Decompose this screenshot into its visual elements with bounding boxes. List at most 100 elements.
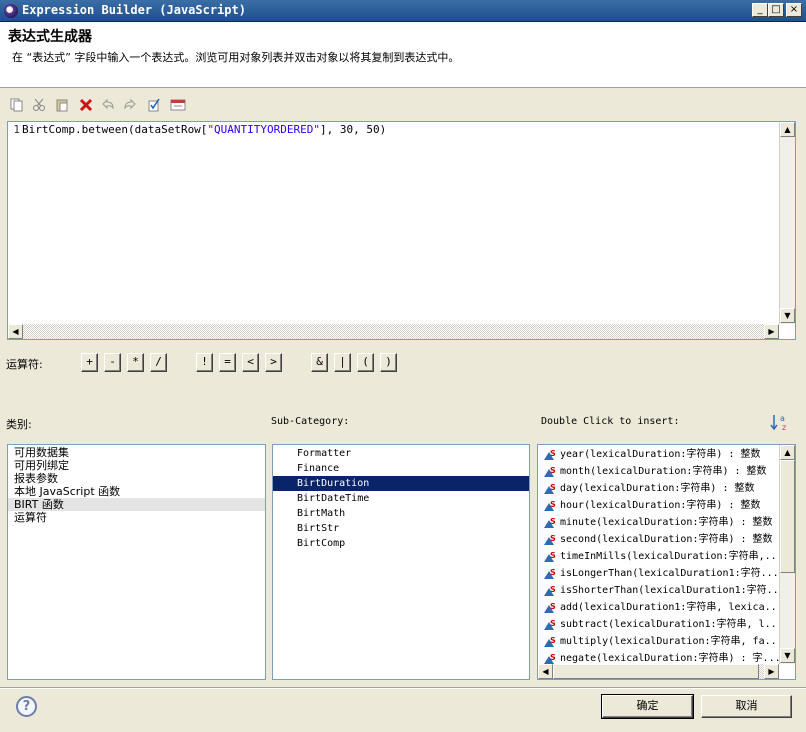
insert-item[interactable]: Ssecond(lexicalDuration:字符串) : 整数 — [538, 531, 780, 548]
static-method-icon: S — [544, 449, 556, 461]
validate-icon[interactable] — [145, 96, 163, 114]
close-button[interactable]: × — [786, 3, 802, 17]
category-item-selected[interactable]: BIRT 函数 — [8, 498, 265, 511]
insert-item[interactable]: SisShorterThan(lexicalDuration1:字符... — [538, 582, 780, 599]
redo-icon[interactable] — [121, 96, 139, 114]
cut-icon[interactable] — [30, 96, 48, 114]
static-method-icon: S — [544, 534, 556, 546]
maximize-button[interactable]: □ — [768, 3, 784, 17]
dialog-header: 表达式生成器 在 “表达式” 字段中输入一个表达式。浏览可用对象列表并双击对象以… — [0, 22, 806, 88]
scroll-right-button[interactable]: ▶ — [764, 664, 779, 679]
static-method-icon: S — [544, 636, 556, 648]
subcategory-item-selected[interactable]: BirtDuration — [273, 476, 529, 491]
line-number: 1 — [8, 122, 21, 324]
insert-item[interactable]: Smultiply(lexicalDuration:字符串, fa... — [538, 633, 780, 650]
insert-item[interactable]: Ssubtract(lexicalDuration1:字符串, l... — [538, 616, 780, 633]
subcategory-item[interactable]: BirtDateTime — [273, 491, 529, 506]
static-method-icon: S — [544, 568, 556, 580]
static-method-icon: S — [544, 517, 556, 529]
op-or-button[interactable]: | — [334, 353, 351, 372]
static-method-icon: S — [544, 619, 556, 631]
subcategory-list[interactable]: Formatter Finance BirtDuration BirtDateT… — [272, 444, 530, 680]
static-method-icon: S — [544, 585, 556, 597]
op-minus-button[interactable]: - — [104, 353, 121, 372]
op-equals-button[interactable]: = — [219, 353, 236, 372]
editor-horizontal-scrollbar[interactable]: ◀ ▶ — [8, 324, 779, 339]
category-item[interactable]: 可用列绑定 — [8, 459, 265, 472]
paste-icon[interactable] — [53, 96, 71, 114]
subcategory-item[interactable]: Formatter — [273, 446, 529, 461]
op-not-button[interactable]: ! — [196, 353, 213, 372]
scroll-up-button[interactable]: ▲ — [780, 122, 795, 137]
undo-icon[interactable] — [99, 96, 117, 114]
window-title: Expression Builder (JavaScript) — [22, 3, 246, 17]
op-close-paren-button[interactable]: ) — [380, 353, 397, 372]
static-method-icon: S — [544, 466, 556, 478]
scroll-thumb[interactable] — [780, 460, 795, 573]
sort-az-icon[interactable]: a z — [770, 412, 790, 432]
scroll-right-button[interactable]: ▶ — [764, 324, 779, 339]
editor-vertical-scrollbar[interactable]: ▲ ▼ — [779, 122, 795, 324]
op-divide-button[interactable]: / — [150, 353, 167, 372]
scroll-thumb[interactable] — [553, 664, 759, 679]
scroll-down-button[interactable]: ▼ — [780, 308, 795, 323]
delete-icon[interactable] — [77, 96, 95, 114]
minimize-button[interactable]: _ — [752, 3, 768, 17]
op-plus-button[interactable]: + — [81, 353, 98, 372]
expression-code[interactable]: BirtComp.between(dataSetRow["QUANTITYORD… — [22, 123, 386, 137]
copy-icon[interactable] — [8, 96, 26, 114]
insert-item[interactable]: Shour(lexicalDuration:字符串) : 整数 — [538, 497, 780, 514]
help-icon[interactable]: ? — [16, 696, 37, 717]
subcategory-item[interactable]: BirtMath — [273, 506, 529, 521]
code-prefix: BirtComp.between(dataSetRow[ — [22, 123, 208, 136]
static-method-icon: S — [544, 500, 556, 512]
eclipse-app-icon — [4, 4, 18, 18]
scroll-left-button[interactable]: ◀ — [538, 664, 553, 679]
operators-label: 运算符: — [6, 358, 43, 371]
insert-item[interactable]: Sday(lexicalDuration:字符串) : 整数 — [538, 480, 780, 497]
category-item[interactable]: 运算符 — [8, 511, 265, 524]
insert-item[interactable]: Snegate(lexicalDuration:字符串) : 字... — [538, 650, 780, 664]
scroll-down-button[interactable]: ▼ — [780, 648, 795, 663]
cancel-button[interactable]: 取消 — [701, 695, 792, 718]
insert-item[interactable]: Sminute(lexicalDuration:字符串) : 整数 — [538, 514, 780, 531]
svg-text:a: a — [780, 414, 785, 423]
op-and-button[interactable]: & — [311, 353, 328, 372]
subcategory-item[interactable]: Finance — [273, 461, 529, 476]
category-item[interactable]: 报表参数 — [8, 472, 265, 485]
expression-editor[interactable]: 1 BirtComp.between(dataSetRow["QUANTITYO… — [7, 121, 796, 340]
op-greater-than-button[interactable]: > — [265, 353, 282, 372]
insert-item[interactable]: SisLongerThan(lexicalDuration1:字符... — [538, 565, 780, 582]
static-method-icon: S — [544, 602, 556, 614]
op-multiply-button[interactable]: * — [127, 353, 144, 372]
calendar-icon[interactable] — [169, 96, 187, 114]
op-open-paren-button[interactable]: ( — [357, 353, 374, 372]
scroll-left-button[interactable]: ◀ — [8, 324, 23, 339]
insert-label: Double Click to insert: — [541, 416, 680, 427]
scroll-up-button[interactable]: ▲ — [780, 445, 795, 460]
dialog-description: 在 “表达式” 字段中输入一个表达式。浏览可用对象列表并双击对象以将其复制到表达… — [12, 51, 460, 64]
insert-vertical-scrollbar[interactable]: ▲ ▼ — [779, 445, 795, 664]
svg-text:z: z — [782, 423, 786, 432]
insert-item[interactable]: StimeInMills(lexicalDuration:字符串,... — [538, 548, 780, 565]
insert-item[interactable]: Sadd(lexicalDuration1:字符串, lexica... — [538, 599, 780, 616]
dialog-title: 表达式生成器 — [8, 29, 92, 45]
category-item[interactable]: 本地 JavaScript 函数 — [8, 485, 265, 498]
insert-item[interactable]: Smonth(lexicalDuration:字符串) : 整数 — [538, 463, 780, 480]
static-method-icon: S — [544, 551, 556, 563]
op-less-than-button[interactable]: < — [242, 353, 259, 372]
subcategory-item[interactable]: BirtComp — [273, 536, 529, 551]
code-string-literal: "QUANTITYORDERED" — [207, 123, 321, 136]
category-list[interactable]: 可用数据集 可用列绑定 报表参数 本地 JavaScript 函数 BIRT 函… — [7, 444, 266, 680]
code-suffix: ], 30, 50) — [320, 123, 387, 136]
insert-horizontal-scrollbar[interactable]: ◀ ▶ — [538, 664, 779, 679]
subcategory-item[interactable]: BirtStr — [273, 521, 529, 536]
category-item[interactable]: 可用数据集 — [8, 446, 265, 459]
category-label: 类别: — [6, 418, 32, 431]
insert-list[interactable]: Syear(lexicalDuration:字符串) : 整数 Smonth(l… — [537, 444, 796, 680]
footer-separator — [0, 687, 806, 689]
static-method-icon: S — [544, 483, 556, 495]
ok-button[interactable]: 确定 — [601, 694, 694, 719]
insert-item[interactable]: Syear(lexicalDuration:字符串) : 整数 — [538, 446, 780, 463]
subcategory-label: Sub-Category: — [271, 416, 350, 427]
